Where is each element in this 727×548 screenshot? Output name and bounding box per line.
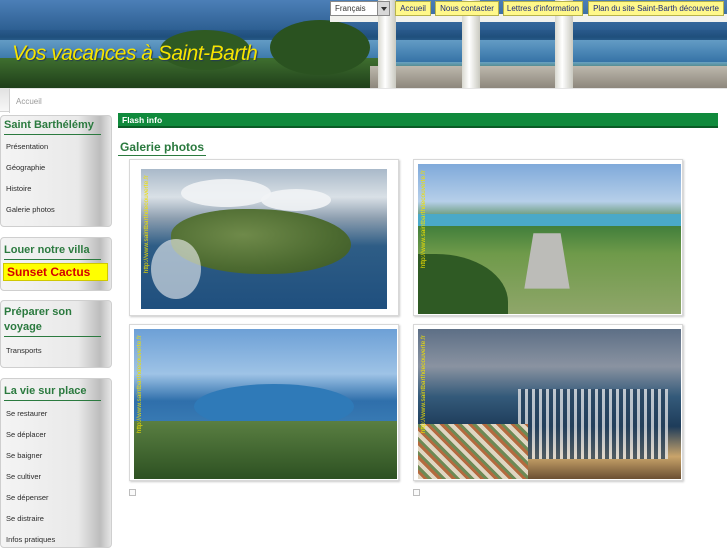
photo-hill <box>418 254 508 314</box>
gallery-photo-bay[interactable]: http://www.saintbarthdecouverte.fr <box>134 329 397 479</box>
sidebar-item-se-depenser[interactable]: Se dépenser <box>6 493 49 502</box>
flash-info-label: Flash info <box>122 115 163 125</box>
gallery-photo-card[interactable]: http://www.saintbarthdecouverte.fr <box>413 324 683 481</box>
photo-credit: http://www.saintbarthdecouverte.fr <box>420 170 427 269</box>
header-vegetation <box>270 20 370 75</box>
sidebar-item-se-baigner[interactable]: Se baigner <box>6 451 42 460</box>
gallery-photo-aerial-island[interactable]: http://www.saintbarthdecouverte.fr <box>141 169 387 309</box>
sidebar-heading: La vie sur place <box>4 385 87 397</box>
language-select[interactable]: Français <box>330 1 390 16</box>
photo-land <box>134 421 397 479</box>
photo-credit: http://www.saintbarthdecouverte.fr <box>136 335 143 434</box>
gallery-photo-airport[interactable]: http://www.saintbarthdecouverte.fr <box>418 164 681 314</box>
gallery-photo-card[interactable]: http://www.saintbarthdecouverte.fr <box>129 324 399 481</box>
sidebar-item-se-restaurer[interactable]: Se restaurer <box>6 409 47 418</box>
gallery-photo-card[interactable]: http://www.saintbarthdecouverte.fr <box>413 159 683 316</box>
sidebar-heading: Louer notre villa <box>4 244 90 256</box>
sidebar-divider <box>4 259 101 260</box>
nav-lettres-information[interactable]: Lettres d'information <box>503 1 583 16</box>
sidebar-item-infos-pratiques[interactable]: Infos pratiques <box>6 535 55 544</box>
sidebar-divider <box>4 400 101 401</box>
photo-cloud <box>181 179 271 207</box>
gallery-title: Galerie photos <box>120 140 205 154</box>
sidebar-item-se-distraire[interactable]: Se distraire <box>6 514 44 523</box>
language-selected-value: Français <box>335 4 366 13</box>
sidebar-item-histoire[interactable]: Histoire <box>6 184 31 193</box>
sidebar-item-presentation[interactable]: Présentation <box>6 142 48 151</box>
nav-plan-du-site[interactable]: Plan du site Saint-Barth découverte <box>588 1 724 16</box>
sidebar-item-geographie[interactable]: Géographie <box>6 163 45 172</box>
photo-boats <box>518 389 668 459</box>
sunset-cactus-link[interactable]: Sunset Cactus <box>3 263 108 281</box>
flash-info-bar: Flash info <box>118 113 718 128</box>
photo-water <box>418 214 681 226</box>
nav-accueil[interactable]: Accueil <box>395 1 431 16</box>
sidebar-heading: Saint Barthélémy <box>4 119 94 131</box>
sidebar-item-galerie-photos[interactable]: Galerie photos <box>6 205 55 214</box>
photo-town <box>418 424 528 479</box>
gallery-title-underline <box>118 155 206 156</box>
photo-credit: http://www.saintbarthdecouverte.fr <box>420 335 427 434</box>
sidebar: Saint Barthélémy Présentation Géographie… <box>0 113 112 548</box>
photo-cloud <box>151 239 201 299</box>
photo-runway <box>524 233 570 289</box>
photo-caption-icon <box>413 489 420 496</box>
photo-credit: http://www.saintbarthdecouverte.fr <box>143 175 150 274</box>
nav-nous-contacter[interactable]: Nous contacter <box>435 1 499 16</box>
photo-caption-icon <box>129 489 136 496</box>
site-title: Vos vacances à Saint-Barth <box>12 42 258 65</box>
chevron-down-icon[interactable] <box>377 2 389 15</box>
sidebar-item-transports[interactable]: Transports <box>6 346 42 355</box>
sidebar-divider <box>4 336 101 337</box>
sidebar-item-se-cultiver[interactable]: Se cultiver <box>6 472 41 481</box>
photo-cloud <box>261 189 331 211</box>
gallery-photo-card[interactable]: http://www.saintbarthdecouverte.fr <box>129 159 399 316</box>
breadcrumb-item-accueil[interactable]: Accueil <box>16 97 42 106</box>
breadcrumb: Accueil <box>9 88 727 113</box>
sidebar-item-se-deplacer[interactable]: Se déplacer <box>6 430 46 439</box>
sidebar-heading: Préparer son voyage <box>4 306 72 333</box>
gallery-photo-harbour[interactable]: http://www.saintbarthdecouverte.fr <box>418 329 681 479</box>
site-header: Vos vacances à Saint-Barth Français Accu… <box>0 0 727 88</box>
sidebar-divider <box>4 134 101 135</box>
header-terrace <box>370 66 727 88</box>
